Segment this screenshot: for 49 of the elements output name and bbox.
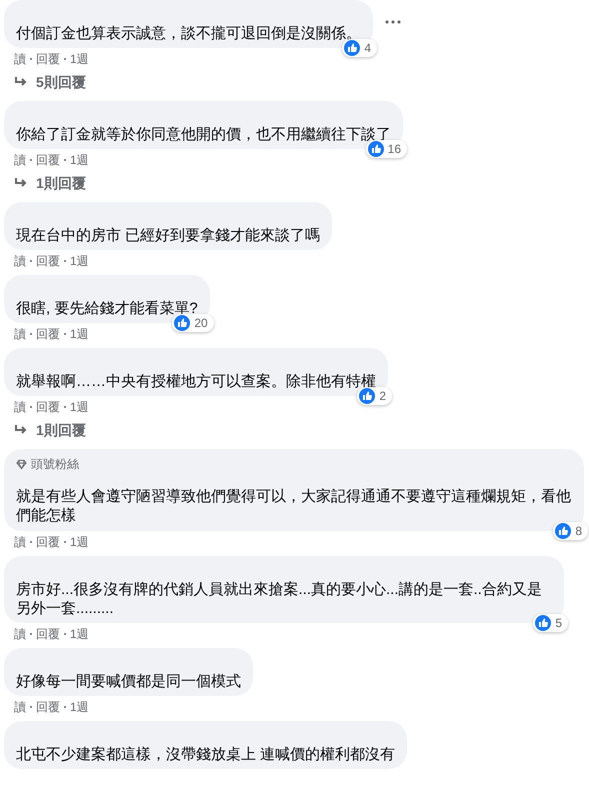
- fan-label: 頭號粉絲: [31, 456, 79, 473]
- timestamp: 1週: [70, 152, 89, 169]
- like-icon: [359, 388, 376, 404]
- more-icon[interactable]: [385, 20, 401, 24]
- action-link[interactable]: 讀: [14, 325, 26, 343]
- replies-link[interactable]: 5則回覆: [14, 71, 86, 93]
- action-link[interactable]: 讀: [14, 698, 26, 716]
- timestamp: 1週: [70, 534, 89, 551]
- timestamp: 1週: [70, 699, 89, 716]
- action-link[interactable]: 回覆: [36, 325, 60, 343]
- like-count[interactable]: 20: [172, 314, 214, 332]
- action-link[interactable]: 讀: [14, 50, 26, 68]
- like-count[interactable]: 5: [533, 614, 568, 632]
- timestamp: 1週: [70, 399, 89, 416]
- action-link[interactable]: 回覆: [36, 625, 60, 643]
- action-link[interactable]: 回覆: [36, 151, 60, 169]
- timestamp: 1週: [70, 51, 89, 68]
- action-link[interactable]: 回覆: [36, 252, 60, 270]
- like-icon: [344, 40, 360, 56]
- action-link[interactable]: 回覆: [36, 398, 60, 416]
- like-count[interactable]: 4: [342, 39, 377, 57]
- action-link[interactable]: 讀: [14, 151, 26, 169]
- action-link[interactable]: 讀: [14, 533, 26, 551]
- action-link[interactable]: 回覆: [36, 50, 60, 68]
- action-link[interactable]: 讀: [14, 625, 26, 643]
- action-link[interactable]: 讀: [14, 252, 26, 270]
- like-icon: [535, 615, 552, 631]
- replies-link[interactable]: 1則回覆: [14, 419, 86, 441]
- action-link[interactable]: 回覆: [36, 533, 60, 551]
- reply-arrow-icon: [14, 177, 28, 189]
- comment-text: 北屯不少建案都這樣，沒帶錢放桌上 連喊價的權利都沒有: [16, 745, 396, 764]
- like-count[interactable]: 2: [357, 387, 392, 405]
- comment-text: 現在台中的房市 已經好到要拿錢才能來談了嗎: [16, 226, 320, 245]
- like-icon: [174, 315, 190, 331]
- like-count[interactable]: 8: [553, 522, 588, 540]
- reply-arrow-icon: [14, 424, 28, 436]
- timestamp: 1週: [70, 326, 89, 343]
- comment-text: 好像每一間要喊價都是同一個模式: [16, 672, 241, 691]
- like-icon: [555, 523, 572, 539]
- comment-text: 就是有些人會遵守陋習導致他們覺得可以，大家記得通通不要遵守這種爛規矩，看他們能怎樣: [16, 487, 572, 525]
- diamond-icon: [16, 458, 27, 470]
- replies-link[interactable]: 1則回覆: [14, 172, 86, 194]
- timestamp: 1週: [70, 626, 89, 643]
- action-link[interactable]: 讀: [14, 398, 26, 416]
- like-icon: [368, 141, 384, 157]
- reply-arrow-icon: [14, 76, 28, 88]
- like-count[interactable]: 16: [366, 140, 407, 158]
- timestamp: 1週: [70, 253, 89, 270]
- action-link[interactable]: 回覆: [36, 698, 60, 716]
